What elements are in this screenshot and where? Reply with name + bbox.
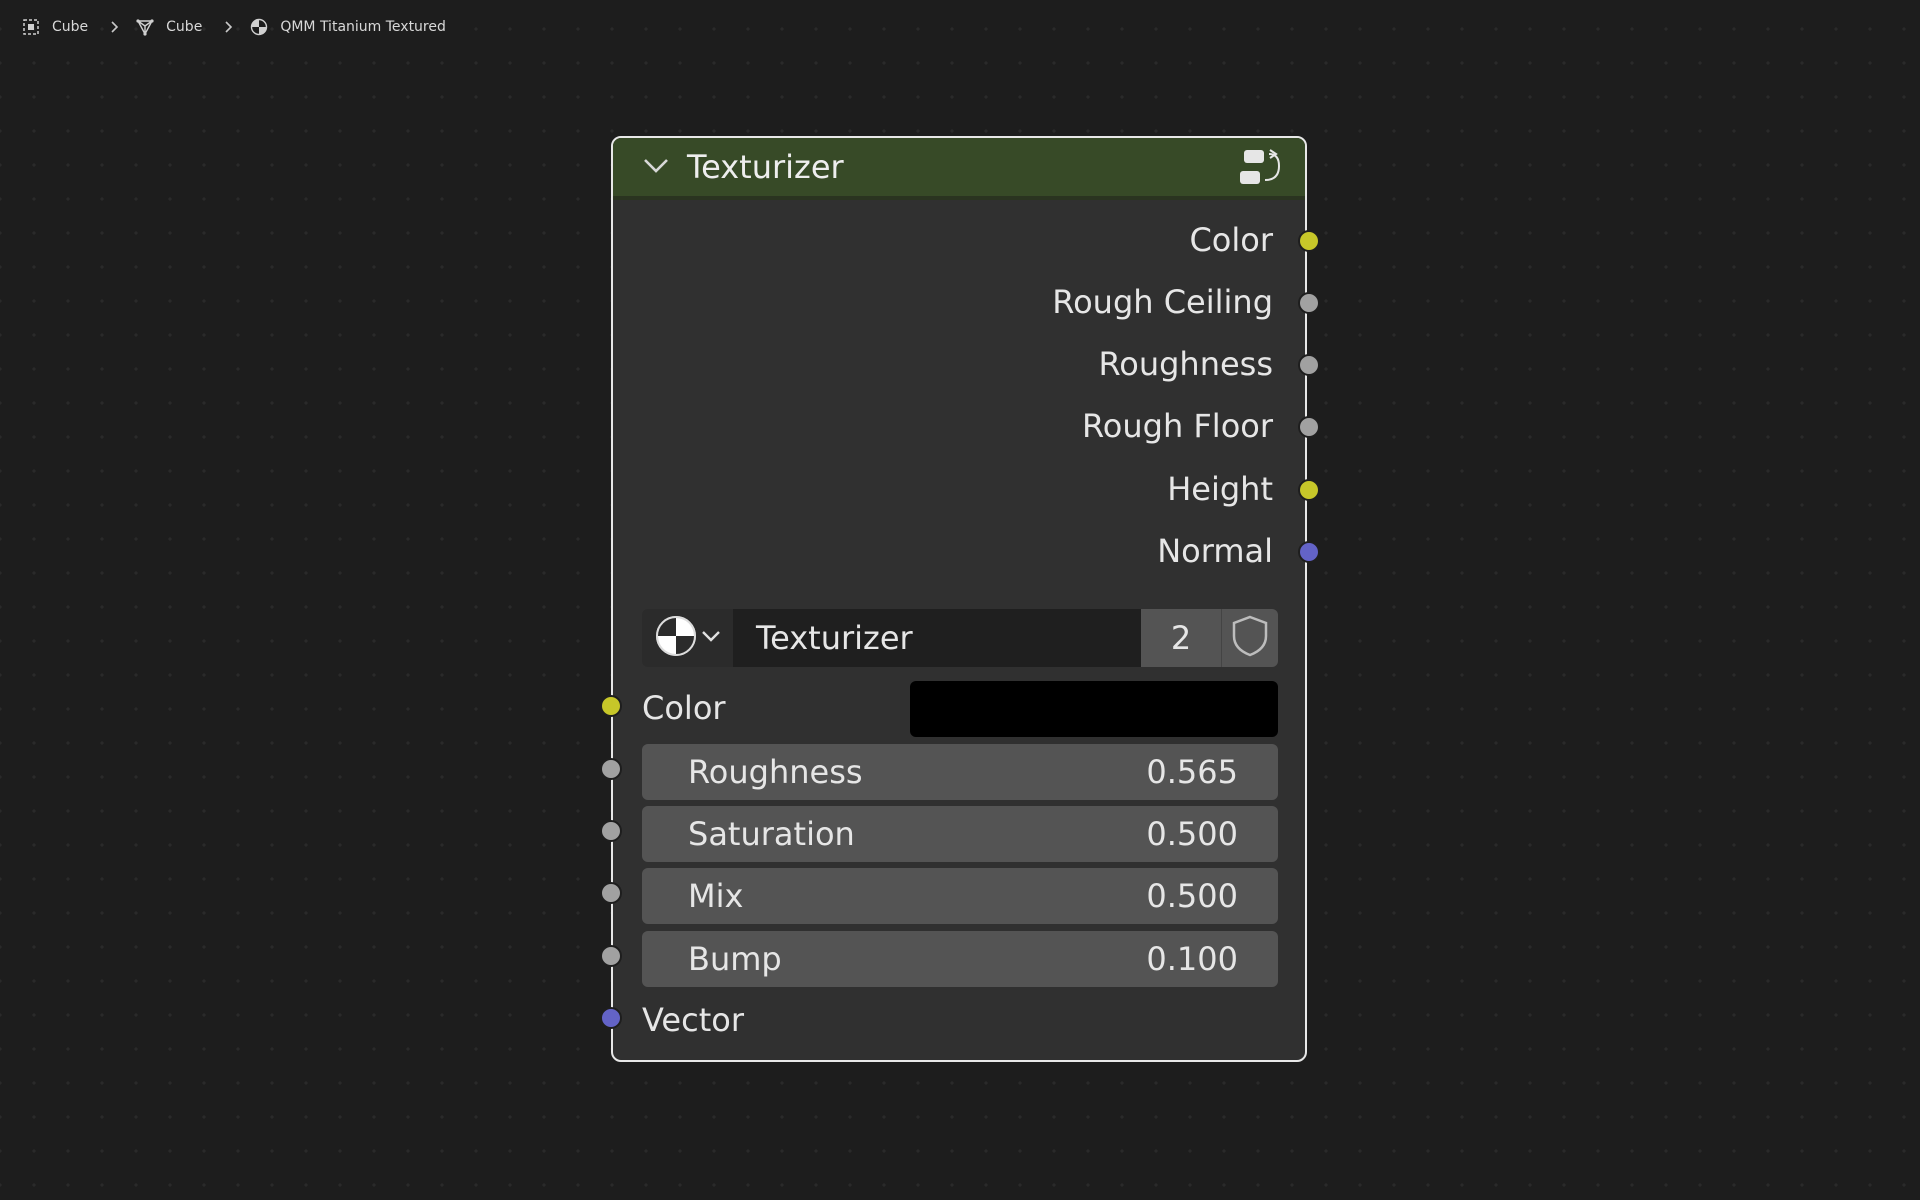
breadcrumb-label: Cube (166, 19, 203, 35)
user-count-button[interactable]: 2 (1141, 609, 1222, 667)
browse-node-group-button[interactable] (642, 609, 734, 667)
breadcrumb-label: QMM Titanium Textured (280, 19, 446, 35)
output-roughness-label: Roughness (1098, 345, 1273, 383)
slider-label: Roughness (688, 753, 863, 791)
slider-value: 0.100 (1146, 940, 1238, 978)
slider-label: Saturation (688, 815, 855, 853)
input-roughness-socket[interactable] (600, 758, 622, 780)
output-rough-floor-label: Rough Floor (1081, 407, 1273, 445)
breadcrumb-item-object[interactable]: Cube (22, 18, 88, 36)
slider-value: 0.500 (1146, 815, 1238, 853)
output-rough-floor-socket[interactable] (1298, 416, 1320, 438)
input-vector-socket[interactable] (600, 1007, 622, 1029)
output-color-socket[interactable] (1298, 230, 1320, 252)
slider-value: 0.500 (1146, 877, 1238, 915)
shield-icon (1230, 614, 1270, 662)
mesh-data-icon (136, 18, 154, 36)
output-roughness-socket[interactable] (1298, 354, 1320, 376)
node-group-icon[interactable] (1239, 146, 1285, 190)
input-color-label: Color (642, 689, 726, 727)
chevron-down-icon (700, 628, 722, 648)
chevron-right-icon (224, 21, 236, 33)
chevron-down-icon[interactable] (643, 156, 669, 176)
output-rough-ceiling-socket[interactable] (1298, 292, 1320, 314)
output-normal-label: Normal (1157, 532, 1273, 570)
chevron-right-icon (110, 21, 122, 33)
input-vector-label: Vector (642, 1001, 744, 1039)
texturizer-node[interactable]: Texturizer Color Rough Ceiling Roughness… (600, 136, 1320, 1062)
input-mix-socket[interactable] (600, 882, 622, 904)
node-header[interactable]: Texturizer (613, 138, 1305, 200)
slider-label: Mix (688, 877, 744, 915)
node-group-selector: Texturizer 2 (642, 609, 1278, 667)
output-height-socket[interactable] (1298, 479, 1320, 501)
saturation-slider[interactable]: Saturation 0.500 (642, 806, 1278, 862)
roughness-slider[interactable]: Roughness 0.565 (642, 744, 1278, 800)
fake-user-button[interactable] (1222, 609, 1278, 667)
object-icon (22, 18, 40, 36)
output-rough-ceiling-label: Rough Ceiling (1052, 283, 1273, 321)
bump-slider[interactable]: Bump 0.100 (642, 931, 1278, 987)
output-normal-socket[interactable] (1298, 541, 1320, 563)
material-icon (250, 18, 268, 36)
breadcrumb: Cube Cube QMM Titanium Textured (22, 15, 446, 39)
input-saturation-socket[interactable] (600, 820, 622, 842)
mix-slider[interactable]: Mix 0.500 (642, 868, 1278, 924)
output-color-label: Color (1189, 221, 1273, 259)
breadcrumb-label: Cube (52, 19, 89, 35)
output-height-label: Height (1167, 470, 1273, 508)
slider-label: Bump (688, 940, 782, 978)
node-group-name-field[interactable]: Texturizer (734, 609, 1141, 667)
input-color-socket[interactable] (600, 695, 622, 717)
breadcrumb-item-material[interactable]: QMM Titanium Textured (250, 18, 446, 36)
slider-value: 0.565 (1146, 753, 1238, 791)
input-color-swatch[interactable] (910, 681, 1278, 737)
input-bump-socket[interactable] (600, 945, 622, 967)
breadcrumb-item-mesh[interactable]: Cube (136, 18, 202, 36)
node-tree-icon (654, 614, 698, 662)
node-title: Texturizer (687, 148, 844, 186)
